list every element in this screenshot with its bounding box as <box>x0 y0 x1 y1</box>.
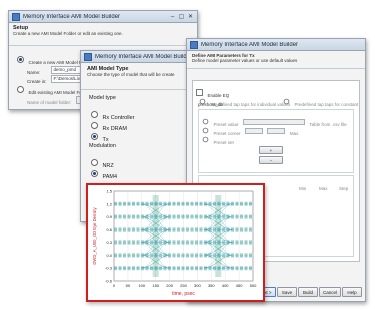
table-csv-label: Table from .csv file <box>309 122 347 127</box>
y-tick-label: 0.0 <box>106 253 112 258</box>
app-icon <box>12 12 20 21</box>
edit-existing-radio[interactable] <box>17 86 24 94</box>
x-tick-label: 150 <box>152 283 159 288</box>
ami-parameters-subheading: Define model parameter values or use def… <box>192 58 298 63</box>
modulation-option[interactable]: PAM4 <box>91 165 117 183</box>
save-button[interactable]: Save <box>277 287 297 297</box>
add-button[interactable]: + <box>259 146 283 154</box>
constant-label: Predefined tap taps for constant <box>294 102 359 107</box>
remove-button[interactable]: − <box>259 156 283 164</box>
x-tick-label: 250 <box>180 283 187 288</box>
minimize-icon[interactable]: – <box>169 14 176 20</box>
eye-crossing-band <box>215 195 222 277</box>
max-label: Max <box>289 131 299 136</box>
y-tick-label: 1.5 <box>106 189 112 194</box>
app-icon <box>190 40 198 49</box>
x-tick-label: 400 <box>222 283 229 288</box>
y-tick-label: 0.9 <box>106 214 112 219</box>
x-tick-label: 500 <box>250 283 257 288</box>
max-label-2: Max <box>319 186 328 191</box>
x-tick-label: 50 <box>126 283 131 288</box>
constant-radio[interactable] <box>283 98 290 105</box>
window-title: Memory Interface AMI Model Builder <box>23 13 121 20</box>
tx-radio[interactable] <box>91 133 98 141</box>
y-tick-label: 0.3 <box>106 240 112 245</box>
step-label-2: Step <box>339 186 349 191</box>
group-label: preshoot_db <box>198 102 224 107</box>
y-tick-label: 1.2 <box>106 201 112 206</box>
maximize-icon[interactable]: ▢ <box>178 13 185 20</box>
x-tick-label: 300 <box>194 283 201 288</box>
nom-input[interactable] <box>267 127 286 134</box>
app-icon <box>84 52 92 61</box>
model-type-subheading: Choose the type of model that will be cr… <box>87 72 175 77</box>
model-type-group-label: Model type <box>89 95 116 101</box>
model-type-titlebar[interactable]: Memory Interface AMI Model Builder <box>81 51 193 63</box>
x-tick-label: 100 <box>138 283 145 288</box>
y-tick-label: -0.6 <box>105 279 113 284</box>
build-button[interactable]: Build <box>298 287 318 297</box>
model-folder-label: Name of model folder: <box>27 100 72 105</box>
y-tick-label: 0.6 <box>106 227 112 232</box>
eye-diagram-chart: 1.5 1.2 0.9 0.6 0.3 0.0 -0.3 -0.60 50 100 150 200 25… <box>92 189 257 298</box>
cancel-button[interactable]: Cancel <box>319 287 341 297</box>
pam4-radio[interactable] <box>91 170 98 178</box>
window-title: Memory Interface AMI Model Builder <box>95 53 190 60</box>
window-title: Memory Interface AMI Model Builder <box>201 41 299 48</box>
min-label-2: Min <box>299 186 307 191</box>
x-tick-label: 200 <box>166 283 173 288</box>
y-tick-label: -0.3 <box>105 266 113 271</box>
x-tick-label: 0 <box>113 283 116 288</box>
pam4-label: PAM4 <box>102 174 118 180</box>
help-button[interactable]: Help <box>342 287 362 297</box>
modulation-group-label: Modulation <box>89 143 116 149</box>
x-axis-label: time, psec <box>172 291 195 297</box>
setup-window-titlebar[interactable]: Memory Interface AMI Model Builder – ▢ ✕ <box>9 11 197 23</box>
eye-diagram-panel: 1.5 1.2 0.9 0.6 0.3 0.0 -0.3 -0.6 0 50 100 150 200 25… <box>86 183 265 302</box>
x-tick-label: 350 <box>208 283 215 288</box>
min-input[interactable] <box>244 127 263 134</box>
preset-set-label: Preset set <box>213 140 234 145</box>
x-tick-label: 450 <box>236 283 243 288</box>
create-new-radio[interactable] <box>17 56 24 64</box>
y-axis-label: DWD_A_U00_OD Eye Density <box>92 206 97 264</box>
eye-crossing-band <box>152 195 159 277</box>
preset-set-radio[interactable] <box>202 136 209 143</box>
setup-subheading: Create a new AMI Model Folder or edit an… <box>13 31 123 36</box>
close-icon[interactable]: ✕ <box>187 13 194 20</box>
ami-parameters-titlebar[interactable]: Memory Interface AMI Model Builder <box>187 39 365 51</box>
param-group-1: Preset value Table from .csv file Preset… <box>198 109 354 173</box>
